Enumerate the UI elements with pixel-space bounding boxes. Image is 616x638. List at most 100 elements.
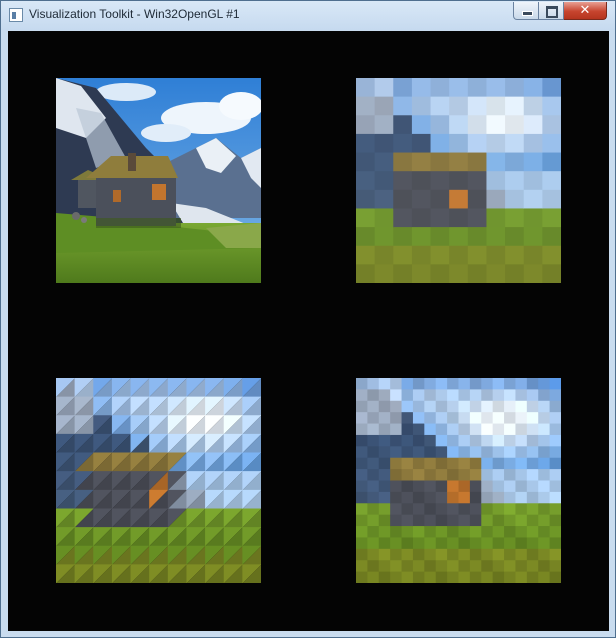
pixel-tile xyxy=(424,446,437,459)
pixel-tile xyxy=(378,491,391,504)
viewport-triangulated[interactable] xyxy=(56,378,261,583)
pixel-tile xyxy=(504,389,516,402)
minimize-button[interactable] xyxy=(513,2,539,20)
caption-buttons: ✕ xyxy=(513,2,607,21)
pixel-tile xyxy=(538,457,551,470)
pixel-tile xyxy=(447,378,459,390)
pixel-tile xyxy=(356,514,368,527)
pixel-tile xyxy=(515,537,528,550)
pixel-tile xyxy=(458,469,471,481)
pixel-tile xyxy=(401,548,414,561)
pixel-tile xyxy=(481,560,494,573)
window-title: Visualization Toolkit - Win32OpenGL #1 xyxy=(29,7,240,21)
pixel-tile xyxy=(378,400,391,413)
pixel-tile xyxy=(549,571,561,583)
pixel-tile xyxy=(504,491,516,504)
pixel-tile xyxy=(481,400,494,413)
pixel-tile xyxy=(424,423,437,436)
pixel-tile xyxy=(469,571,482,583)
pixel-tile xyxy=(412,480,425,493)
pixel-tile xyxy=(356,423,368,436)
pixel-tile xyxy=(412,378,425,390)
pixel-tile xyxy=(435,526,448,538)
pixel-tile xyxy=(367,389,380,402)
pixel-tile xyxy=(367,526,380,538)
pixel-tile xyxy=(424,378,437,390)
pixel-tile xyxy=(458,378,471,390)
vtk-window-icon[interactable] xyxy=(9,8,23,22)
pixel-tile xyxy=(390,503,403,516)
pixel-tile xyxy=(401,423,414,436)
pixel-tile xyxy=(367,480,380,493)
pixel-tile xyxy=(424,503,437,516)
pixel-tile xyxy=(447,389,459,402)
viewport-original[interactable] xyxy=(56,78,261,283)
pixel-tile xyxy=(390,514,403,527)
pixel-tile xyxy=(412,469,425,481)
pixel-tile xyxy=(549,526,561,538)
pixel-tile xyxy=(549,480,561,493)
pixel-tile xyxy=(424,548,437,561)
pixel-tile xyxy=(504,480,516,493)
render-canvas[interactable] xyxy=(8,31,609,631)
pixel-tile xyxy=(447,446,459,459)
pixel-tile xyxy=(515,446,528,459)
pixel-tile xyxy=(412,423,425,436)
pixel-tile xyxy=(549,378,561,390)
pixel-tile xyxy=(401,400,414,413)
pixel-tile xyxy=(504,537,516,550)
pixel-tile xyxy=(538,503,551,516)
pixel-tile xyxy=(447,423,459,436)
pixel-tile xyxy=(526,503,539,516)
pixel-tile xyxy=(378,548,391,561)
close-button[interactable]: ✕ xyxy=(564,2,607,20)
pixel-tile xyxy=(515,457,528,470)
pixel-tile xyxy=(458,560,471,573)
pixel-tile xyxy=(469,560,482,573)
title-bar[interactable]: Visualization Toolkit - Win32OpenGL #1 ✕ xyxy=(1,1,615,30)
pixel-tile xyxy=(458,537,471,550)
pixel-tile xyxy=(356,548,368,561)
pixel-tile xyxy=(481,469,494,481)
pixel-tile xyxy=(458,423,471,436)
pixel-tile xyxy=(401,514,414,527)
pixel-tile xyxy=(435,503,448,516)
pixel-tile xyxy=(481,457,494,470)
pixel-tile xyxy=(412,560,425,573)
pixel-tile xyxy=(390,423,403,436)
pixel-tile xyxy=(492,457,505,470)
pixel-tile xyxy=(526,537,539,550)
pixel-tile xyxy=(401,434,414,447)
pixel-tile xyxy=(481,571,494,583)
pixel-tile xyxy=(378,389,391,402)
pixel-tile xyxy=(356,503,368,516)
pixel-tile xyxy=(367,571,380,583)
pixel-tile xyxy=(526,571,539,583)
pixel-tile xyxy=(515,514,528,527)
pixel-tile xyxy=(356,457,368,470)
pixel-tile xyxy=(458,446,471,459)
pixel-tile xyxy=(458,514,471,527)
pixel-tile xyxy=(447,469,459,481)
pixel-tile xyxy=(469,434,482,447)
pixel-tile xyxy=(401,412,414,425)
pixel-tile xyxy=(526,469,539,481)
pixel-tile xyxy=(469,491,482,504)
pixel-tile xyxy=(378,434,391,447)
viewport-pixelated[interactable] xyxy=(356,378,561,583)
pixel-tile xyxy=(515,571,528,583)
pixel-tile xyxy=(412,548,425,561)
pixel-tile xyxy=(378,446,391,459)
maximize-button[interactable] xyxy=(539,2,564,20)
pixel-tile xyxy=(424,457,437,470)
pixel-tile xyxy=(390,378,403,390)
pixel-tile xyxy=(481,412,494,425)
pixel-tile xyxy=(515,491,528,504)
pixel-tile xyxy=(447,480,459,493)
pixel-tile xyxy=(538,469,551,481)
pixel-tile xyxy=(390,412,403,425)
viewport-blurred-quads[interactable] xyxy=(356,78,561,283)
pixel-tile xyxy=(367,560,380,573)
pixel-tile xyxy=(458,571,471,583)
pixel-tile xyxy=(504,423,516,436)
